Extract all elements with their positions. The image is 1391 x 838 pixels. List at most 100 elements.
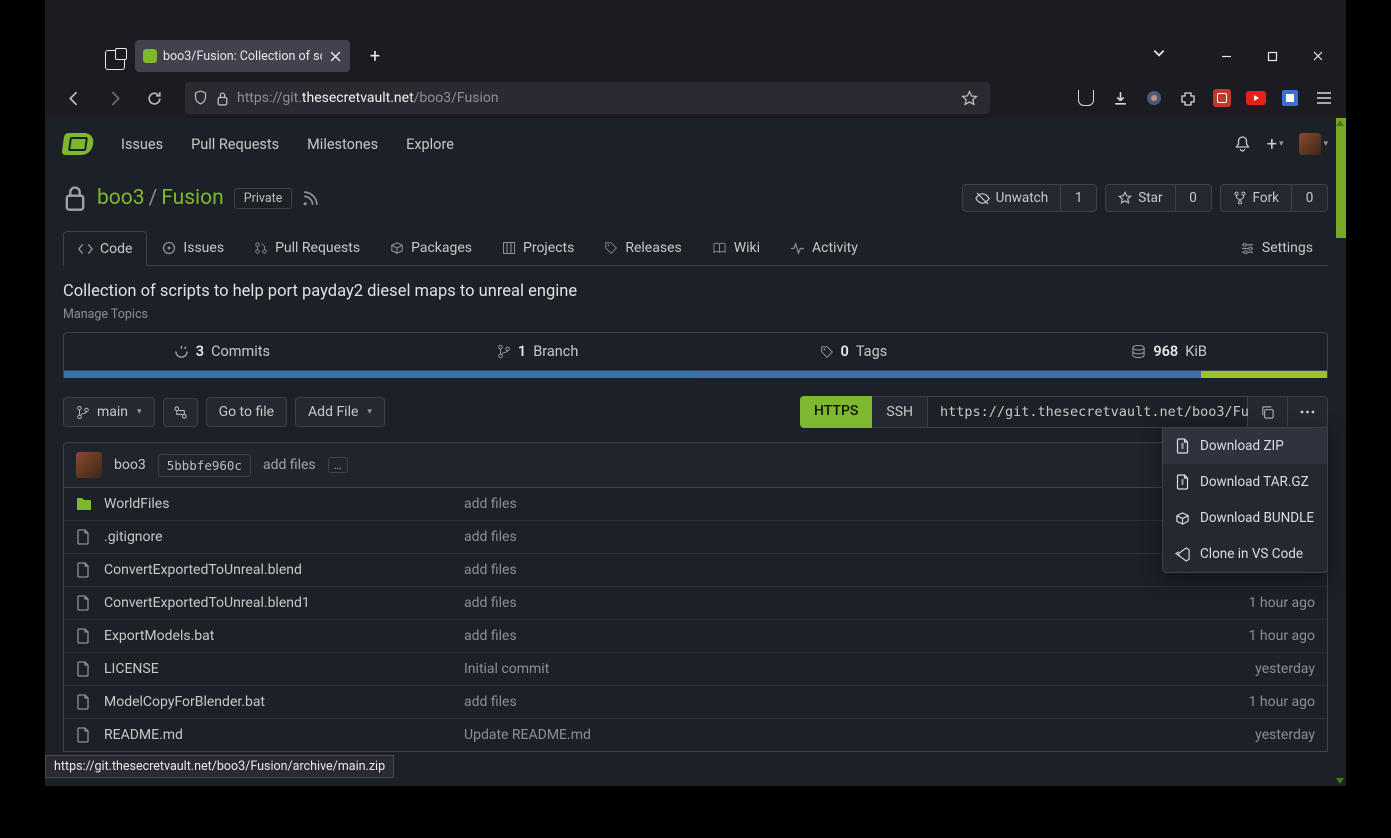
nav-issues[interactable]: Issues [121, 136, 163, 153]
commit-expand-icon[interactable]: … [328, 457, 348, 473]
commit-author[interactable]: boo3 [114, 457, 146, 473]
notifications-icon[interactable] [1234, 135, 1251, 153]
file-icon [76, 562, 94, 578]
branch-select[interactable]: main▾ [63, 397, 155, 427]
url-bar[interactable]: https://git.thesecretvault.net/boo3/Fusi… [185, 82, 990, 114]
download-dropdown: Download ZIP Download TAR.GZ Download BU… [1162, 427, 1328, 573]
download-bundle[interactable]: Download BUNDLE [1163, 500, 1327, 536]
scroll-down-icon[interactable] [1336, 778, 1344, 784]
tab-projects[interactable]: Projects [487, 230, 589, 265]
nav-pulls[interactable]: Pull Requests [191, 136, 279, 153]
file-commit-msg[interactable]: add files [464, 628, 1249, 644]
file-name[interactable]: ConvertExportedToUnreal.blend [104, 562, 464, 578]
file-row: ModelCopyForBlender.bat add files 1 hour… [64, 685, 1327, 718]
commit-message[interactable]: add files [263, 457, 316, 473]
repo-name[interactable]: Fusion [161, 186, 223, 210]
file-name[interactable]: ExportModels.bat [104, 628, 464, 644]
download-zip[interactable]: Download ZIP [1163, 428, 1327, 464]
downloads-icon[interactable] [1110, 88, 1130, 108]
file-commit-msg[interactable]: add files [464, 694, 1249, 710]
back-button[interactable] [57, 81, 91, 115]
download-menu-button[interactable] [1288, 396, 1328, 428]
star-count[interactable]: 0 [1176, 184, 1212, 212]
clone-vscode[interactable]: Clone in VS Code [1163, 536, 1327, 572]
close-tab-icon[interactable] [328, 49, 342, 63]
file-commit-msg[interactable]: Initial commit [464, 661, 1255, 677]
tab-packages[interactable]: Packages [375, 230, 487, 265]
tab-overflow-icon[interactable] [1152, 46, 1166, 60]
clone-url-input[interactable]: https://git.thesecretvault.net/boo3/Fusi… [928, 396, 1248, 428]
file-time: yesterday [1255, 661, 1315, 677]
file-name[interactable]: .gitignore [104, 529, 464, 545]
goto-file-button[interactable]: Go to file [206, 397, 287, 427]
scrollbar[interactable] [1336, 118, 1346, 238]
nav-explore[interactable]: Explore [406, 136, 454, 153]
pocket-icon[interactable] [1076, 88, 1096, 108]
new-tab-button[interactable]: + [365, 46, 385, 66]
tab-issues[interactable]: Issues [147, 230, 239, 265]
maximize-button[interactable] [1249, 40, 1295, 72]
scroll-up-icon[interactable] [1336, 120, 1344, 126]
repo-description: Collection of scripts to help port payda… [63, 282, 1328, 301]
nav-milestones[interactable]: Milestones [307, 136, 378, 153]
ublock-icon[interactable] [1212, 88, 1232, 108]
download-targz[interactable]: Download TAR.GZ [1163, 464, 1327, 500]
close-window-button[interactable] [1295, 40, 1341, 72]
rss-icon[interactable] [302, 190, 319, 207]
tab-wiki[interactable]: Wiki [697, 230, 775, 265]
file-name[interactable]: WorldFiles [104, 496, 464, 512]
window-controls [1203, 40, 1341, 72]
forward-button[interactable] [97, 81, 131, 115]
file-time: yesterday [1255, 727, 1315, 743]
file-name[interactable]: ConvertExportedToUnreal.blend1 [104, 595, 464, 611]
folder-icon [76, 497, 94, 511]
star-button[interactable]: Star [1105, 184, 1175, 212]
minimize-button[interactable] [1203, 40, 1249, 72]
stat-tags[interactable]: 0Tags [696, 333, 1012, 370]
file-commit-msg[interactable]: add files [464, 595, 1249, 611]
youtube-ext-icon[interactable] [1246, 88, 1266, 108]
file-row: ConvertExportedToUnreal.blend1 add files… [64, 586, 1327, 619]
file-name[interactable]: LICENSE [104, 661, 464, 677]
watch-button[interactable]: Unwatch [962, 184, 1062, 212]
stat-branches[interactable]: 1Branch [380, 333, 696, 370]
user-menu[interactable]: ▾ [1299, 133, 1328, 155]
tab-title: boo3/Fusion: Collection of scri [163, 49, 322, 64]
tab-settings[interactable]: Settings [1225, 230, 1328, 265]
copy-url-button[interactable] [1248, 396, 1288, 428]
file-name[interactable]: ModelCopyForBlender.bat [104, 694, 464, 710]
file-icon [76, 595, 94, 611]
ext-blue-icon[interactable] [1280, 88, 1300, 108]
extension-orb-icon[interactable] [1144, 88, 1164, 108]
app-menu-icon[interactable] [1314, 88, 1334, 108]
bookmark-icon[interactable] [961, 90, 978, 107]
ssh-button[interactable]: SSH [872, 396, 928, 428]
extensions-icon[interactable] [1178, 88, 1198, 108]
manage-topics-link[interactable]: Manage Topics [63, 307, 1328, 322]
commit-sha[interactable]: 5bbbfe960c [158, 454, 251, 477]
file-time: 1 hour ago [1249, 694, 1315, 710]
add-file-button[interactable]: Add File▾ [295, 397, 385, 427]
tab-releases[interactable]: Releases [589, 230, 696, 265]
create-menu[interactable]: +▾ [1267, 134, 1284, 155]
fork-button[interactable]: Fork [1220, 184, 1292, 212]
fork-count[interactable]: 0 [1292, 184, 1328, 212]
tab-activity[interactable]: Activity [775, 230, 873, 265]
compare-button[interactable] [163, 398, 198, 427]
tab-pulls[interactable]: Pull Requests [239, 230, 375, 265]
reload-button[interactable] [137, 81, 171, 115]
browser-tab[interactable]: boo3/Fusion: Collection of scri [135, 40, 350, 72]
repo-owner[interactable]: boo3 [97, 186, 145, 210]
file-row: .gitignore add files [64, 520, 1327, 553]
file-icon [76, 694, 94, 710]
file-commit-msg[interactable]: Update README.md [464, 727, 1255, 743]
lock-icon [216, 91, 229, 106]
gitea-logo-icon[interactable] [61, 133, 94, 155]
stat-commits[interactable]: 3Commits [64, 333, 380, 370]
https-button[interactable]: HTTPS [800, 396, 872, 428]
file-name[interactable]: README.md [104, 727, 464, 743]
tab-code[interactable]: Code [63, 231, 147, 266]
sidebar-toggle-icon[interactable] [105, 50, 125, 70]
watch-count[interactable]: 1 [1061, 184, 1097, 212]
commit-avatar-icon[interactable] [76, 452, 102, 478]
